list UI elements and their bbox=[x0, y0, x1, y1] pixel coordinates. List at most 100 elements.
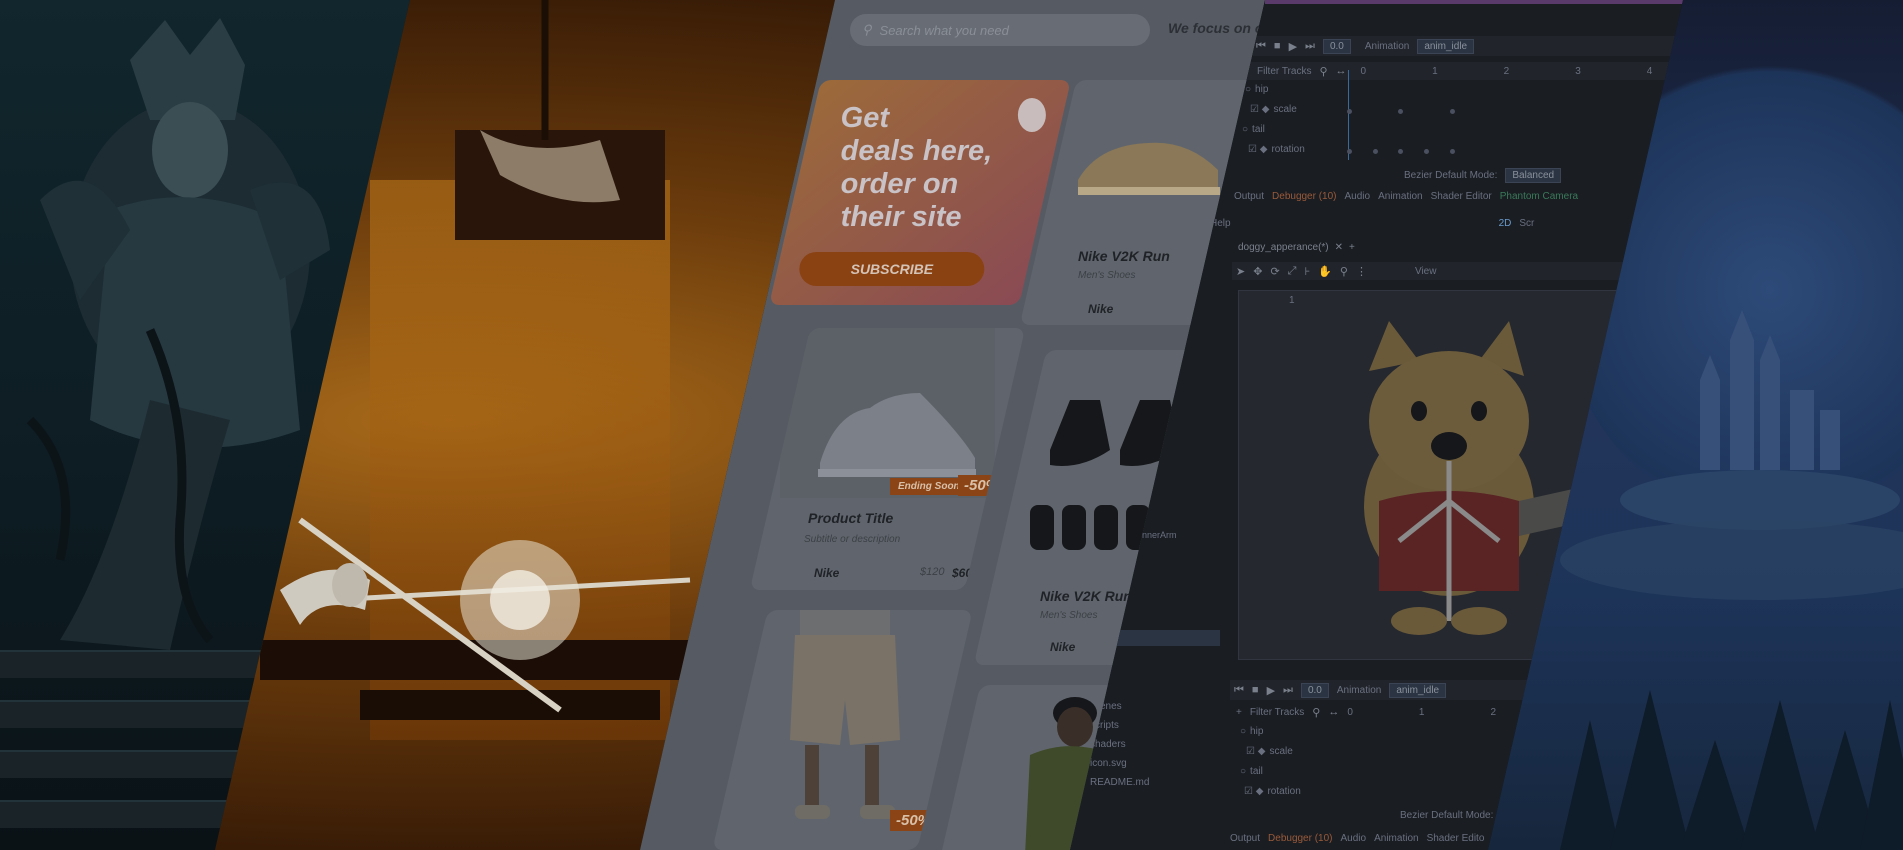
add-tab-icon[interactable]: + bbox=[1349, 242, 1355, 253]
mode-script-button[interactable]: Scr bbox=[1519, 218, 1534, 229]
select-icon[interactable]: ➤ bbox=[1236, 265, 1245, 278]
keyframe[interactable] bbox=[1398, 109, 1403, 114]
keyframe[interactable] bbox=[1373, 149, 1378, 154]
play-start-icon[interactable]: ⏮ bbox=[1256, 40, 1266, 53]
tab-audio[interactable]: Audio bbox=[1345, 191, 1371, 202]
brand-name: Nike bbox=[1088, 302, 1114, 316]
animation-toolbar-lower: ⏮ ■ ▶ ⏭ 0.0 Animation anim_idle bbox=[1230, 680, 1530, 700]
scene-tab[interactable]: doggy_apperance(*) bbox=[1238, 242, 1329, 253]
filter-tracks-input[interactable]: Filter Tracks bbox=[1257, 66, 1311, 77]
tab-shader-editor[interactable]: Shader Edito bbox=[1427, 833, 1485, 844]
tab-audio[interactable]: Audio bbox=[1341, 833, 1367, 844]
node-tree-label: innerArm bbox=[1140, 530, 1177, 540]
ending-soon-badge: Ending Soon bbox=[890, 478, 968, 495]
search-icon: ⚲ bbox=[862, 22, 872, 37]
product-price: $60 bbox=[952, 566, 973, 580]
top-accent-bar bbox=[1265, 0, 1683, 4]
bezier-mode-label: Bezier Default Mode: bbox=[1400, 809, 1494, 821]
animation-label: Animation bbox=[1336, 684, 1382, 696]
scale-icon[interactable]: ⤢ bbox=[1288, 265, 1297, 278]
expand-icon[interactable]: ↔ bbox=[1336, 65, 1347, 77]
tab-animation[interactable]: Animation bbox=[1374, 833, 1418, 844]
file-item[interactable]: icon.svg bbox=[1090, 754, 1149, 773]
play-start-icon[interactable]: ⏮ bbox=[1234, 684, 1244, 697]
file-item[interactable]: README.md bbox=[1090, 773, 1149, 792]
play-icon[interactable]: ▶ bbox=[1289, 40, 1297, 53]
track-row[interactable]: ○ tail bbox=[1240, 766, 1263, 777]
filter-tracks-input[interactable]: Filter Tracks bbox=[1250, 707, 1304, 718]
track-row[interactable]: ☑ ◆ scale bbox=[1250, 104, 1297, 115]
tick-label: 4 bbox=[1646, 65, 1653, 77]
playhead[interactable] bbox=[1348, 70, 1349, 160]
stop-icon[interactable]: ■ bbox=[1252, 684, 1259, 696]
tab-output[interactable]: Output bbox=[1234, 191, 1264, 202]
product-card[interactable]: Ending Soon -50% Product Title Subtitle … bbox=[749, 328, 1026, 590]
keyframe[interactable] bbox=[1347, 109, 1352, 114]
main-screen-bar: Help 2D Scr bbox=[1210, 216, 1680, 230]
track-row[interactable]: ☑ ◆ rotation bbox=[1248, 144, 1305, 155]
bezier-mode-label: Bezier Default Mode: bbox=[1404, 169, 1498, 181]
scene-tabs: doggy_apperance(*) ✕ + bbox=[1238, 238, 1355, 256]
tick-label: 0 bbox=[1360, 65, 1367, 77]
product-image bbox=[1078, 142, 1220, 195]
product-title: Product Title bbox=[808, 510, 894, 526]
product-subtitle: Men's Shoes bbox=[1040, 610, 1098, 621]
search-input[interactable]: ⚲ Search what you need bbox=[850, 14, 1150, 46]
lock-icon[interactable]: ⚲ bbox=[1340, 265, 1348, 278]
animation-select[interactable]: anim_idle bbox=[1417, 38, 1475, 54]
tab-debugger[interactable]: Debugger (10) bbox=[1272, 191, 1336, 202]
track-row[interactable]: ☑ ◆ scale bbox=[1246, 746, 1293, 757]
animation-select[interactable]: anim_idle bbox=[1389, 682, 1447, 698]
discount-badge: -50% bbox=[958, 475, 1006, 496]
bottom-panel-tabs-lower: Output Debugger (10) Audio Animation Sha… bbox=[1230, 830, 1510, 846]
more-icon[interactable]: ⋮ bbox=[1356, 265, 1367, 278]
product-title: Nike V2K Run bbox=[1078, 248, 1170, 264]
pan-icon[interactable]: ✋ bbox=[1318, 265, 1332, 278]
promo-text: Get deals here, order on their site bbox=[840, 102, 993, 233]
expand-icon[interactable]: ↔ bbox=[1328, 706, 1339, 718]
time-field[interactable]: 0.0 bbox=[1322, 38, 1351, 54]
tab-output[interactable]: Output bbox=[1230, 833, 1260, 844]
product-card[interactable]: -50% bbox=[712, 610, 973, 850]
mode-2d-button[interactable]: 2D bbox=[1499, 218, 1512, 229]
tab-shader-editor[interactable]: Shader Editor bbox=[1431, 191, 1492, 202]
track-row[interactable]: ○ hip bbox=[1240, 726, 1263, 737]
acorn-icon bbox=[1017, 98, 1046, 132]
file-item[interactable]: shaders bbox=[1090, 735, 1149, 754]
add-track-icon[interactable]: + bbox=[1236, 707, 1242, 718]
product-subtitle: Subtitle or description bbox=[804, 534, 901, 545]
play-end-icon[interactable]: ⏭ bbox=[1283, 684, 1293, 697]
discount-badge: -50% bbox=[890, 810, 938, 831]
bezier-mode-select[interactable]: Balanced bbox=[1505, 167, 1562, 183]
stop-icon[interactable]: ■ bbox=[1274, 40, 1281, 52]
tagline: We focus on o bbox=[1168, 20, 1264, 36]
keyframe[interactable] bbox=[1424, 149, 1429, 154]
tick-label: 2 bbox=[1490, 706, 1497, 718]
view-menu[interactable]: View bbox=[1415, 266, 1437, 277]
keyframe[interactable] bbox=[1450, 149, 1455, 154]
subscribe-button[interactable]: SUBSCRIBE bbox=[799, 252, 985, 286]
time-field[interactable]: 0.0 bbox=[1300, 682, 1329, 698]
rotate-icon[interactable]: ⟳ bbox=[1270, 265, 1279, 278]
keyframe[interactable] bbox=[1450, 109, 1455, 114]
track-row[interactable]: ○ hip bbox=[1245, 84, 1268, 95]
bezier-mode-bar: Bezier Default Mode: Balanced bbox=[1400, 166, 1680, 184]
ruler-icon[interactable]: ⊦ bbox=[1304, 265, 1310, 278]
close-icon[interactable]: ✕ bbox=[1335, 242, 1343, 253]
track-row[interactable]: ○ tail bbox=[1242, 124, 1265, 135]
product-subtitle: Men's Shoes bbox=[1078, 270, 1136, 281]
product-old-price: $120 bbox=[920, 566, 945, 578]
product-image bbox=[790, 610, 900, 819]
play-end-icon[interactable]: ⏭ bbox=[1305, 40, 1315, 53]
tab-phantom-camera[interactable]: Phantom Camera bbox=[1500, 191, 1578, 202]
brand-name: Nike bbox=[814, 566, 840, 580]
keyframe[interactable] bbox=[1347, 149, 1352, 154]
track-row[interactable]: ☑ ◆ rotation bbox=[1244, 786, 1301, 797]
tick-label: 3 bbox=[1575, 65, 1581, 77]
move-icon[interactable]: ✥ bbox=[1253, 265, 1262, 278]
keyframe[interactable] bbox=[1398, 149, 1403, 154]
play-icon[interactable]: ▶ bbox=[1267, 684, 1275, 697]
tab-animation[interactable]: Animation bbox=[1378, 191, 1422, 202]
tab-debugger[interactable]: Debugger (10) bbox=[1268, 833, 1332, 844]
promo-banner[interactable]: Get deals here, order on their site SUBS… bbox=[769, 80, 1071, 305]
